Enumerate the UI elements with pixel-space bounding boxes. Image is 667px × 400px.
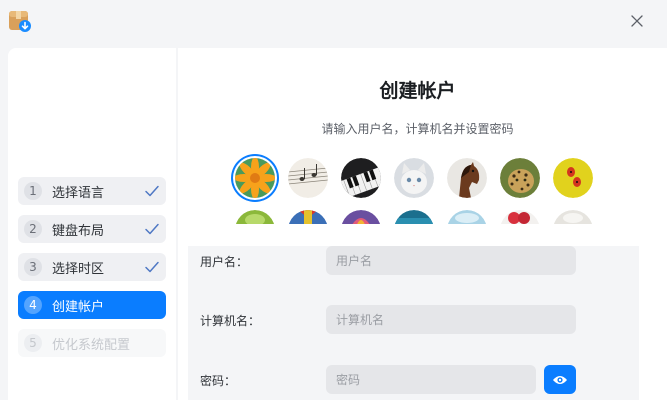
checkmark-icon xyxy=(145,185,159,197)
create-account-panel: 创建帐户 请输入用户名，计算机名并设置密码 用户名： 用户名 计算机名： 计算机… xyxy=(178,48,667,400)
avatar-parrot[interactable] xyxy=(288,210,328,224)
page-subtitle: 请输入用户名，计算机名并设置密码 xyxy=(321,122,514,136)
username-field[interactable] xyxy=(326,246,576,275)
eye-icon xyxy=(553,375,567,384)
step-label: 键盘布局 xyxy=(52,223,105,239)
step-label: 创建帐户 xyxy=(52,299,105,315)
account-form: 用户名： 计算机名： 密码： xyxy=(188,246,639,400)
checkmark-icon xyxy=(145,261,159,273)
step-number: 4 xyxy=(24,296,42,314)
avatar-piano[interactable] xyxy=(341,158,381,198)
avatar-rose[interactable] xyxy=(500,210,540,224)
step-select-language[interactable]: 1 选择语言 xyxy=(18,177,166,205)
password-label: 密码： xyxy=(200,374,237,388)
computer-name-field[interactable] xyxy=(326,305,576,334)
avatar-flower[interactable] xyxy=(235,158,275,198)
avatar-balloon[interactable] xyxy=(341,210,381,224)
title-bar xyxy=(0,0,667,42)
toggle-password-visibility-button[interactable] xyxy=(544,365,576,394)
password-field[interactable] xyxy=(326,365,536,394)
step-sidebar: 1 选择语言 2 键盘布局 3 选择时区 4 创建帐户 5 优化系统配置 xyxy=(8,48,176,400)
step-number: 1 xyxy=(24,182,42,200)
step-number: 2 xyxy=(24,220,42,238)
avatar-leopard[interactable] xyxy=(500,158,540,198)
step-number: 5 xyxy=(24,334,42,352)
step-number: 3 xyxy=(24,258,42,276)
username-label: 用户名： xyxy=(200,255,249,269)
avatar-cloud[interactable] xyxy=(553,210,593,224)
avatar-kitten[interactable] xyxy=(394,158,434,198)
step-select-timezone[interactable]: 3 选择时区 xyxy=(18,253,166,281)
avatar-ladybug[interactable] xyxy=(553,158,593,198)
avatar-sky[interactable] xyxy=(447,210,487,224)
avatar-ocean[interactable] xyxy=(394,210,434,224)
step-label: 选择时区 xyxy=(52,261,105,277)
step-label: 优化系统配置 xyxy=(52,337,131,353)
avatar-leaf[interactable] xyxy=(235,210,275,224)
avatar-sheet-music[interactable] xyxy=(288,158,328,198)
page-title: 创建帐户 xyxy=(379,80,456,102)
step-optimize-system: 5 优化系统配置 xyxy=(18,329,166,357)
step-create-account[interactable]: 4 创建帐户 xyxy=(18,291,166,319)
computer-name-label: 计算机名： xyxy=(200,314,261,328)
avatar-picker[interactable] xyxy=(178,148,657,224)
installer-package-icon xyxy=(8,9,32,33)
avatar-horse[interactable] xyxy=(447,158,487,198)
close-button[interactable] xyxy=(627,11,647,31)
close-icon xyxy=(631,15,643,27)
step-label: 选择语言 xyxy=(52,185,105,201)
step-keyboard-layout[interactable]: 2 键盘布局 xyxy=(18,215,166,243)
checkmark-icon xyxy=(145,223,159,235)
